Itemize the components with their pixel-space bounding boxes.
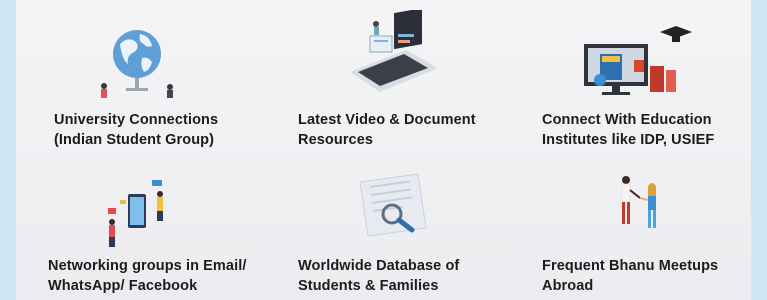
- feature-label: Networking groups in Email/ WhatsApp/ Fa…: [48, 256, 246, 296]
- feature-worldwide-database[interactable]: Worldwide Database of Students & Familie…: [298, 172, 538, 300]
- feature-label: Connect With Education Institutes like I…: [542, 110, 714, 150]
- feature-line1: Connect With Education: [542, 112, 712, 128]
- feature-label: Latest Video & Document Resources: [298, 110, 476, 150]
- laptop-icon: [350, 10, 438, 92]
- networking-phone-icon: [108, 180, 163, 247]
- feature-line1: Frequent Bhanu Meetups: [542, 258, 719, 274]
- feature-line2: (Indian Student Group): [54, 132, 215, 148]
- feature-video-document-resources[interactable]: Latest Video & Document Resources: [298, 10, 538, 160]
- feature-line2: Resources: [298, 132, 374, 148]
- feature-label: Frequent Bhanu Meetups Abroad: [542, 256, 718, 296]
- database-search-icon: [359, 173, 427, 237]
- feature-line2: Students & Families: [298, 278, 439, 294]
- feature-line1: Networking groups in Email/: [48, 258, 247, 274]
- feature-line2: Institutes like IDP, USIEF: [542, 132, 715, 148]
- features-panel: University Connections (Indian Student G…: [16, 0, 751, 300]
- feature-line1: Worldwide Database of: [298, 258, 460, 274]
- feature-university-connections[interactable]: University Connections (Indian Student G…: [54, 10, 294, 160]
- feature-line1: Latest Video & Document: [298, 112, 476, 128]
- feature-line2: WhatsApp/ Facebook: [48, 278, 198, 294]
- feature-label: Worldwide Database of Students & Familie…: [298, 256, 459, 296]
- feature-line2: Abroad: [542, 278, 594, 294]
- feature-bhanu-meetups[interactable]: Frequent Bhanu Meetups Abroad: [542, 172, 767, 300]
- globe-icon: [101, 30, 173, 98]
- feature-education-institutes[interactable]: Connect With Education Institutes like I…: [542, 10, 767, 160]
- feature-line1: University Connections: [54, 112, 219, 128]
- feature-label: University Connections (Indian Student G…: [54, 110, 218, 150]
- education-institute-icon: [584, 26, 692, 95]
- meetup-people-icon: [621, 176, 656, 228]
- feature-networking-groups[interactable]: Networking groups in Email/ WhatsApp/ Fa…: [48, 172, 288, 300]
